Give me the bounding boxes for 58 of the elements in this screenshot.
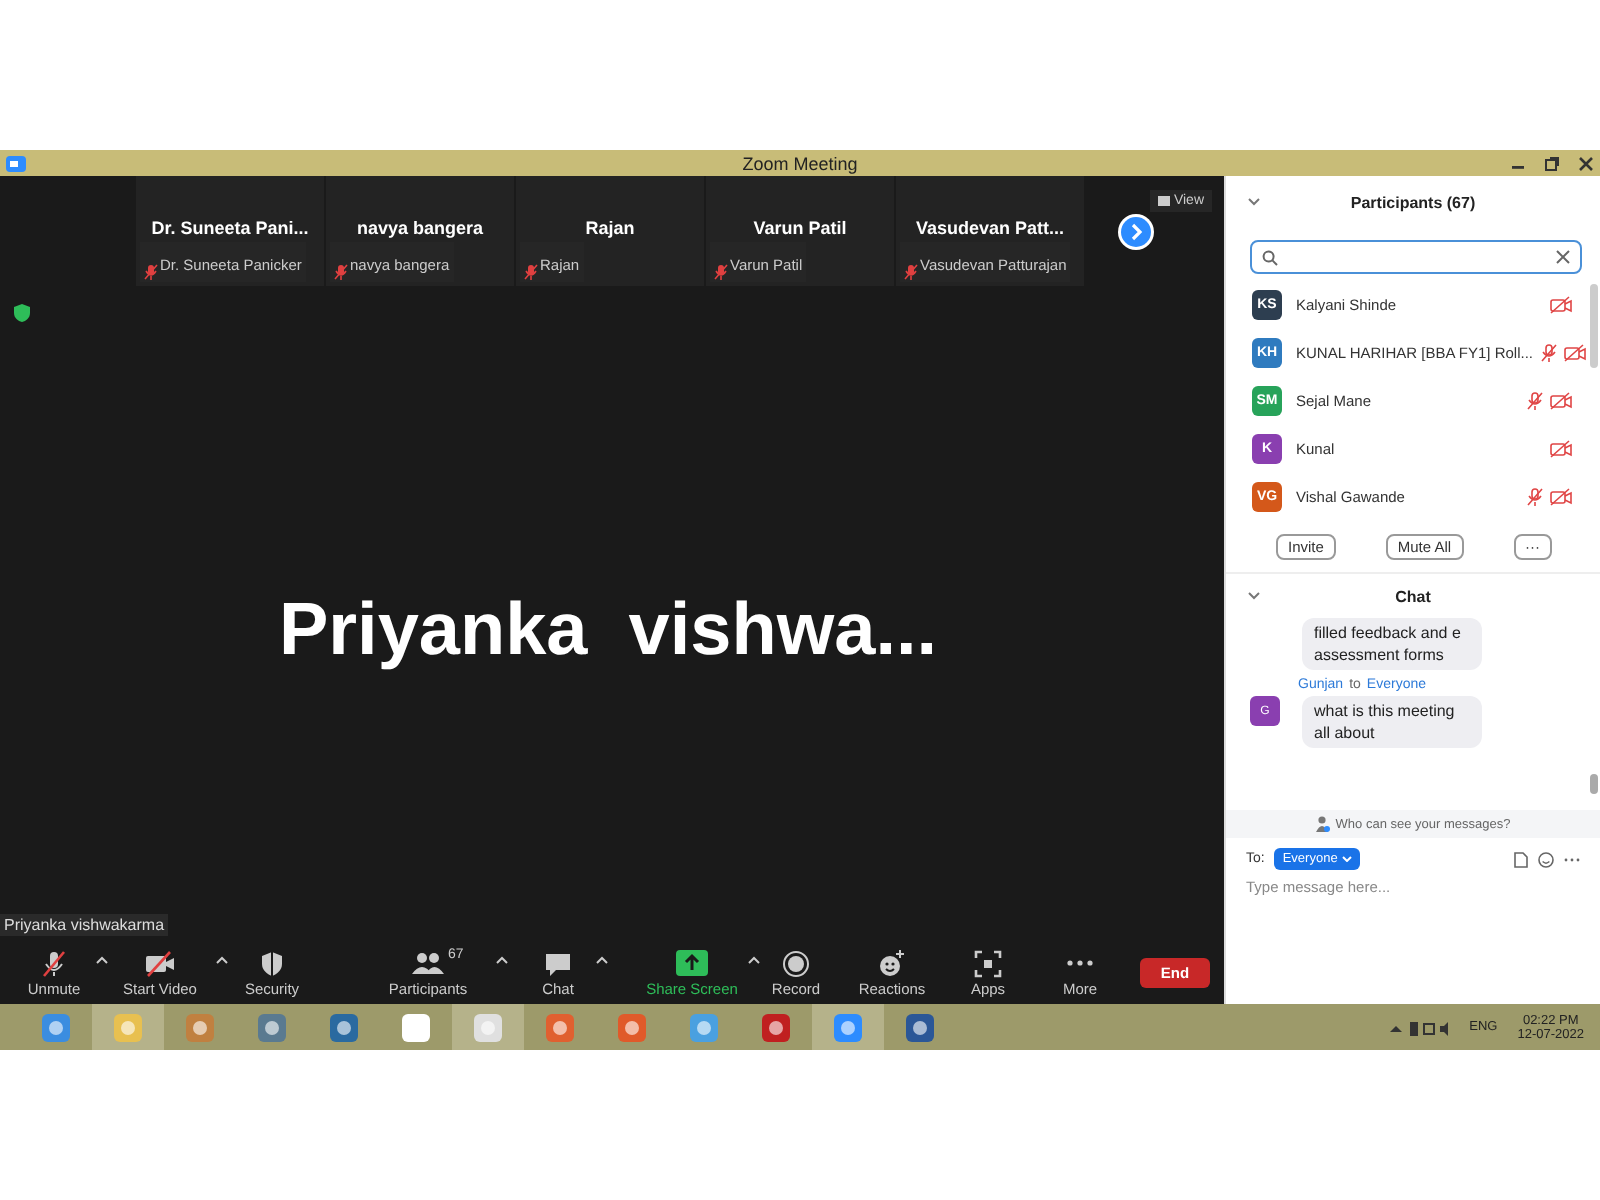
caret-icon[interactable]	[748, 955, 760, 963]
video-off-icon	[1550, 487, 1572, 505]
search-field[interactable]	[1250, 240, 1582, 274]
window-title: Zoom Meeting	[742, 153, 858, 173]
video-off-icon	[1550, 439, 1572, 457]
taskbar-app-icon[interactable]	[400, 1011, 432, 1043]
video-off-icon	[1550, 295, 1572, 313]
shield-icon	[14, 304, 30, 322]
smiley-icon	[878, 947, 906, 979]
grid-icon	[1157, 196, 1170, 206]
participant-name: Dr. Suneeta Pani...	[151, 217, 309, 237]
caret-icon	[1341, 856, 1352, 862]
more-icon[interactable]	[1564, 855, 1580, 863]
system-tray-icon[interactable]	[1389, 1019, 1450, 1035]
chevron-icon[interactable]	[1248, 592, 1260, 600]
message-bubble: filled feedback and e assessment forms	[1302, 618, 1482, 670]
caret-icon[interactable]	[96, 955, 108, 963]
search-icon	[1262, 249, 1278, 265]
caret-icon[interactable]	[596, 955, 608, 963]
video-off-icon	[1563, 343, 1586, 361]
panel-title: Participants (67)	[1350, 193, 1476, 211]
muted-mic-icon	[334, 264, 348, 280]
taskbar-app-icon[interactable]	[328, 1011, 360, 1043]
emoji-icon[interactable]	[1538, 851, 1554, 867]
speaker-name: Priyanka vishwa...	[278, 588, 938, 672]
taskbar-app-icon[interactable]	[760, 1011, 792, 1043]
muted-mic-icon	[144, 264, 158, 280]
taskbar-app-icon[interactable]	[616, 1011, 648, 1043]
close-icon[interactable]	[1578, 155, 1594, 171]
participant-name: Rajan	[585, 217, 635, 237]
people-icon	[410, 947, 446, 979]
file-icon[interactable]	[1514, 851, 1528, 867]
chat-title: Chat	[1395, 587, 1431, 605]
message-bubble: what is this meeting all about	[1302, 696, 1482, 748]
chevron-icon[interactable]	[1248, 198, 1260, 206]
participant-name: navya bangera	[356, 217, 484, 237]
camera-icon	[6, 155, 26, 171]
participant-name: Varun Patil	[753, 217, 847, 237]
participant-name: Vasudevan Patt...	[915, 217, 1065, 237]
taskbar-app-icon[interactable]	[904, 1011, 936, 1043]
close-icon[interactable]	[1556, 250, 1570, 264]
muted-mic-icon	[904, 264, 918, 280]
muted-mic-icon	[40, 947, 68, 979]
speaker-name-label: Priyanka vishwakarma	[0, 914, 169, 936]
muted-mic-icon	[524, 264, 538, 280]
caret-icon[interactable]	[496, 955, 508, 963]
caret-icon[interactable]	[216, 955, 228, 963]
video-off-icon	[144, 947, 176, 979]
person-icon	[1315, 816, 1330, 832]
record-icon	[782, 947, 810, 979]
next-page-button[interactable]	[1118, 213, 1154, 249]
taskbar-app-icon[interactable]	[256, 1011, 288, 1043]
more-icon	[1066, 959, 1094, 965]
video-off-icon	[1550, 391, 1572, 409]
shield-icon	[258, 947, 286, 979]
muted-mic-icon	[714, 264, 728, 280]
apps-icon	[974, 947, 1002, 979]
restore-icon[interactable]	[1544, 155, 1560, 171]
